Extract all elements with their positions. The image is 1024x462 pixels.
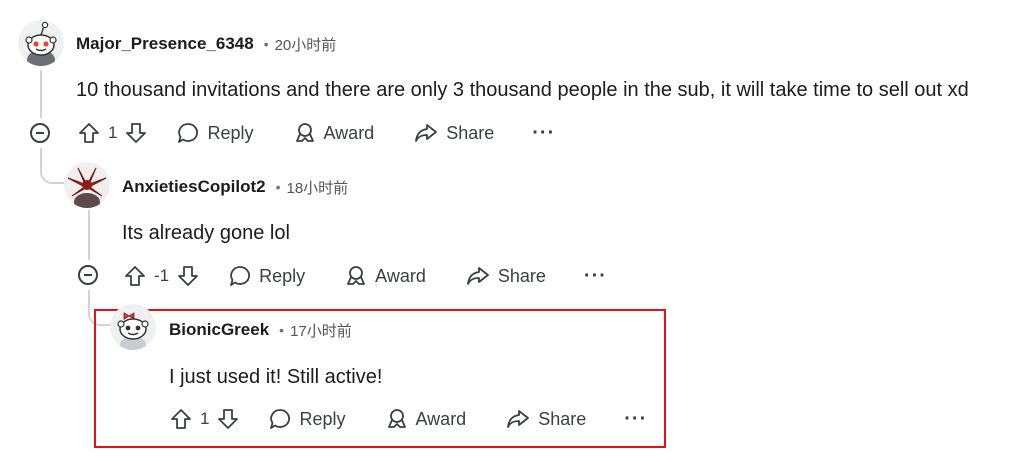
author-name[interactable]: BionicGreek: [169, 320, 269, 340]
vote-count: 1: [200, 409, 210, 428]
award-label: Award: [415, 408, 467, 429]
share-label: Share: [538, 408, 587, 429]
comment-3: BionicGreek • 17小时前 I just used it! Stil…: [0, 0, 1024, 462]
share-button[interactable]: Share: [506, 408, 586, 430]
comment-header: BionicGreek • 17小时前: [169, 318, 352, 342]
downvote-arrow-icon: [218, 409, 239, 429]
downvote-button[interactable]: [217, 408, 239, 430]
upvote-button[interactable]: [170, 408, 192, 430]
comment-body: I just used it! Still active!: [169, 366, 383, 388]
upvote-arrow-icon: [171, 409, 191, 429]
more-options-button[interactable]: ···: [624, 408, 647, 431]
comment-bubble-icon: [270, 409, 291, 429]
timestamp[interactable]: 17小时前: [290, 320, 352, 341]
separator-dot: •: [279, 322, 285, 338]
award-button[interactable]: Award: [386, 408, 467, 430]
award-icon: [387, 409, 406, 428]
comment-actions: 1 Reply Award Share ···: [170, 404, 647, 434]
reply-button[interactable]: Reply: [269, 408, 346, 430]
reply-label: Reply: [299, 408, 346, 429]
reddit-snoo-avatar-icon: [110, 304, 156, 350]
share-arrow-icon: [507, 410, 530, 428]
avatar[interactable]: [110, 304, 156, 350]
